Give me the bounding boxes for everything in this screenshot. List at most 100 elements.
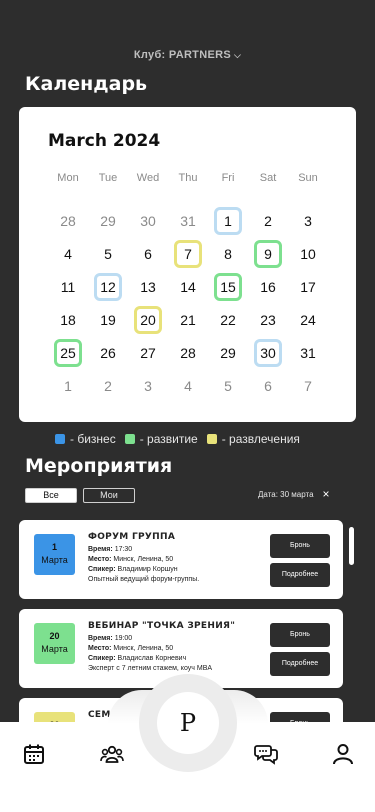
calendar-day[interactable]: 8 (208, 237, 248, 270)
event-place-label: Место: (88, 645, 112, 652)
legend-label: - развитие (139, 432, 198, 446)
calendar-day[interactable]: 3 (128, 369, 168, 402)
calendar-day-event[interactable]: 15 (208, 270, 248, 303)
event-place: Место: Минск, Ленина, 50 (88, 644, 268, 654)
calendar-grid: Mon Tue Wed Thu Fri Sat Sun 28 29 30 31 1 2 3 4 5 6 7 8 9 10… (48, 170, 328, 402)
calendar-day[interactable]: 6 (128, 237, 168, 270)
calendar-day-number: 21 (180, 311, 196, 328)
center-button-label[interactable]: P (171, 706, 205, 740)
calendar-icon[interactable] (22, 742, 46, 766)
event-place: Место: Минск, Ленина, 50 (88, 555, 268, 565)
calendar-day-number: 2 (264, 212, 272, 229)
calendar-day-number: 3 (304, 212, 312, 229)
calendar-day[interactable]: 13 (128, 270, 168, 303)
calendar-day-number: 10 (300, 245, 316, 262)
event-place-value: Минск, Ленина, 50 (113, 556, 174, 563)
chat-icon[interactable] (254, 742, 278, 766)
calendar-day[interactable]: 23 (248, 303, 288, 336)
weekday-label: Sun (298, 172, 318, 184)
event-title: ФОРУМ ГРУППА (88, 532, 176, 542)
calendar-day-event[interactable]: 30 (248, 336, 288, 369)
calendar-day-number: 30 (254, 338, 282, 367)
scrollbar[interactable] (349, 527, 354, 565)
calendar-day[interactable]: 29 (208, 336, 248, 369)
calendar-day-event[interactable]: 9 (248, 237, 288, 270)
calendar-day[interactable]: 26 (88, 336, 128, 369)
calendar-day[interactable]: 30 (128, 204, 168, 237)
calendar-day[interactable]: 16 (248, 270, 288, 303)
calendar-day[interactable]: 27 (128, 336, 168, 369)
event-info: ВЕБИНАР "ТОЧКА ЗРЕНИЯ" Время: 19:00 Место:… (88, 621, 268, 674)
calendar-day[interactable]: 22 (208, 303, 248, 336)
calendar-day-number: 5 (104, 245, 112, 262)
details-button[interactable]: Подробнее (270, 652, 330, 676)
calendar-day-event[interactable]: 12 (88, 270, 128, 303)
calendar-day-number: 16 (260, 278, 276, 295)
calendar-day[interactable]: 2 (88, 369, 128, 402)
event-time-label: Время: (88, 546, 113, 553)
calendar-day[interactable]: 24 (288, 303, 328, 336)
calendar-day[interactable]: 31 (288, 336, 328, 369)
calendar-day[interactable]: 4 (168, 369, 208, 402)
calendar-day[interactable]: 21 (168, 303, 208, 336)
calendar-day[interactable]: 5 (208, 369, 248, 402)
calendar-spacer (48, 194, 328, 204)
calendar-day-event[interactable]: 7 (168, 237, 208, 270)
calendar-day[interactable]: 10 (288, 237, 328, 270)
calendar-day[interactable]: 5 (88, 237, 128, 270)
event-card[interactable]: 1 Марта ФОРУМ ГРУППА Время: 17:30 Место: Мин… (19, 520, 343, 599)
community-icon[interactable] (100, 742, 124, 766)
event-speaker: Спикер: Владимир Коршун (88, 565, 268, 575)
legend-item: - развлечения (206, 432, 300, 446)
calendar-day[interactable]: 4 (48, 237, 88, 270)
calendar-day-number: 20 (134, 305, 162, 334)
calendar-day[interactable]: 6 (248, 369, 288, 402)
event-card[interactable]: 20 Марта ВЕБИНАР "ТОЧКА ЗРЕНИЯ" Время: 19:0… (19, 609, 343, 688)
events-title: Мероприятия (25, 455, 173, 477)
calendar-day[interactable]: 11 (48, 270, 88, 303)
calendar-day-number: 9 (254, 239, 282, 268)
calendar-day[interactable]: 31 (168, 204, 208, 237)
profile-icon[interactable] (331, 742, 355, 766)
calendar-day-number: 5 (224, 377, 232, 394)
club-selector[interactable]: Клуб: PARTNERS ⌵ (0, 49, 375, 61)
filter-all-button[interactable]: Все (25, 488, 77, 503)
calendar-day[interactable]: 3 (288, 204, 328, 237)
calendar-day[interactable]: 17 (288, 270, 328, 303)
calendar-day-number: 3 (144, 377, 152, 394)
event-place-value: Минск, Ленина, 50 (113, 645, 174, 652)
event-description: Опытный ведущий форум-группы. (88, 576, 200, 583)
calendar-title: Календарь (25, 73, 148, 95)
calendar-day-number: 15 (214, 272, 242, 301)
event-speaker-value: Владислав Корневич (117, 655, 187, 662)
legend-swatch (206, 434, 217, 444)
details-button[interactable]: Подробнее (270, 563, 330, 587)
calendar-day-number: 12 (94, 272, 122, 301)
event-time-value: 17:30 (114, 546, 133, 553)
calendar-day[interactable]: 7 (288, 369, 328, 402)
filter-mine-button[interactable]: Мои (83, 488, 135, 503)
event-day: 20 (49, 631, 60, 641)
calendar-day[interactable]: 2 (248, 204, 288, 237)
calendar-day[interactable]: 14 (168, 270, 208, 303)
event-info: ФОРУМ ГРУППА Время: 17:30 Место: Минск, Ле… (88, 532, 268, 585)
legend-label: - развлечения (221, 432, 300, 446)
calendar-day-event[interactable]: 25 (48, 336, 88, 369)
calendar-day[interactable]: 29 (88, 204, 128, 237)
book-button[interactable]: Бронь (270, 534, 330, 558)
calendar-day[interactable]: 28 (168, 336, 208, 369)
book-button[interactable]: Бронь (270, 623, 330, 647)
calendar-day[interactable]: 28 (48, 204, 88, 237)
calendar-day-event[interactable]: 20 (128, 303, 168, 336)
calendar-day[interactable]: 18 (48, 303, 88, 336)
close-icon[interactable]: × (323, 487, 330, 501)
event-date-badge: 1 Марта (34, 534, 75, 575)
calendar-day-event[interactable]: 1 (208, 204, 248, 237)
calendar-day[interactable]: 1 (48, 369, 88, 402)
weekday-label: Mon (57, 172, 79, 184)
calendar-day-number: 18 (60, 311, 76, 328)
calendar-day[interactable]: 19 (88, 303, 128, 336)
calendar-day-number: 28 (180, 344, 196, 361)
calendar-day-number: 6 (264, 377, 272, 394)
event-title: ВЕБИНАР "ТОЧКА ЗРЕНИЯ" (88, 621, 236, 631)
